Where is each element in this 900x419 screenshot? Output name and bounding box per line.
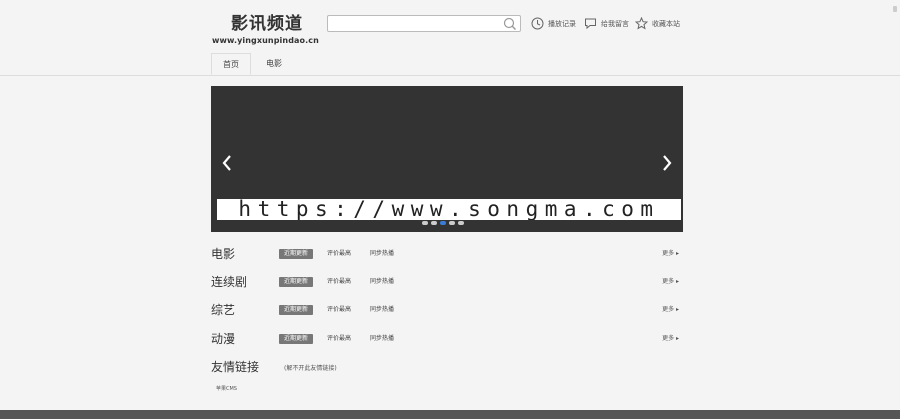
friend-link[interactable]: 苹果CMS	[216, 385, 237, 392]
tab-latest[interactable]: 近期更新	[279, 249, 314, 259]
favorite-link[interactable]: 收藏本站	[635, 17, 680, 30]
slide-dot[interactable]	[431, 221, 437, 225]
more-link[interactable]: 更多 ▸	[662, 249, 679, 259]
category-title[interactable]: 动漫	[211, 331, 235, 347]
clock-icon	[531, 17, 544, 30]
logo-title: 影讯频道	[231, 14, 303, 34]
more-link[interactable]: 更多 ▸	[662, 334, 679, 344]
friends-hint: (解不开此友情链接)	[284, 365, 337, 372]
tab-trending[interactable]: 同步热播	[370, 305, 394, 315]
message-label: 给我留言	[601, 19, 629, 28]
message-link[interactable]: 给我留言	[584, 17, 629, 30]
category-title[interactable]: 连续剧	[211, 274, 247, 290]
favorite-label: 收藏本站	[652, 19, 680, 28]
tab-trending[interactable]: 同步热播	[370, 334, 394, 344]
tab-trending[interactable]: 同步热播	[370, 277, 394, 287]
history-label: 播放记录	[548, 19, 576, 28]
slide-dot[interactable]	[449, 221, 455, 225]
slide-dot[interactable]	[458, 221, 464, 225]
tab-top-rated[interactable]: 评价最高	[327, 334, 351, 344]
logo-url: www.yingxunpindao.cn	[212, 36, 319, 45]
tab-top-rated[interactable]: 评价最高	[327, 249, 351, 259]
tab-trending[interactable]: 同步热播	[370, 249, 394, 259]
tab-movies[interactable]: 电影	[256, 53, 292, 75]
search-icon[interactable]	[503, 17, 517, 31]
more-link[interactable]: 更多 ▸	[662, 305, 679, 315]
url-watermark: https://www.songma.com	[217, 199, 681, 220]
tab-latest[interactable]: 近期更新	[279, 334, 314, 344]
comment-icon	[585, 18, 596, 30]
star-icon	[635, 17, 648, 30]
nav-divider	[0, 75, 900, 76]
chevron-left-icon[interactable]	[221, 154, 233, 172]
category-row: 综艺 近期更新 评价最高 同步热播 更多 ▸	[211, 302, 683, 318]
search-input[interactable]	[327, 15, 521, 32]
friends-title: 友情链接	[211, 360, 260, 374]
category-title[interactable]: 电影	[211, 246, 235, 262]
category-row: 动漫 近期更新 评价最高 同步热播 更多 ▸	[211, 331, 683, 347]
scrollbar-thumb[interactable]	[893, 6, 897, 12]
slide-dot-active[interactable]	[440, 221, 446, 225]
slide-indicators	[422, 221, 464, 225]
footer-bar	[0, 410, 900, 419]
tab-home[interactable]: 首页	[211, 53, 251, 75]
site-logo[interactable]: 影讯频道 www.yingxunpindao.cn	[212, 14, 322, 46]
category-row: 连续剧 近期更新 评价最高 同步热播 更多 ▸	[211, 274, 683, 290]
category-title[interactable]: 综艺	[211, 302, 235, 318]
history-link[interactable]: 播放记录	[531, 17, 576, 30]
tab-top-rated[interactable]: 评价最高	[327, 277, 351, 287]
slide-dot[interactable]	[422, 221, 428, 225]
tab-top-rated[interactable]: 评价最高	[327, 305, 351, 315]
tab-latest[interactable]: 近期更新	[279, 277, 314, 287]
chevron-right-icon[interactable]	[661, 154, 673, 172]
category-row: 电影 近期更新 评价最高 同步热播 更多 ▸	[211, 246, 683, 262]
tab-latest[interactable]: 近期更新	[279, 305, 314, 315]
more-link[interactable]: 更多 ▸	[662, 277, 679, 287]
